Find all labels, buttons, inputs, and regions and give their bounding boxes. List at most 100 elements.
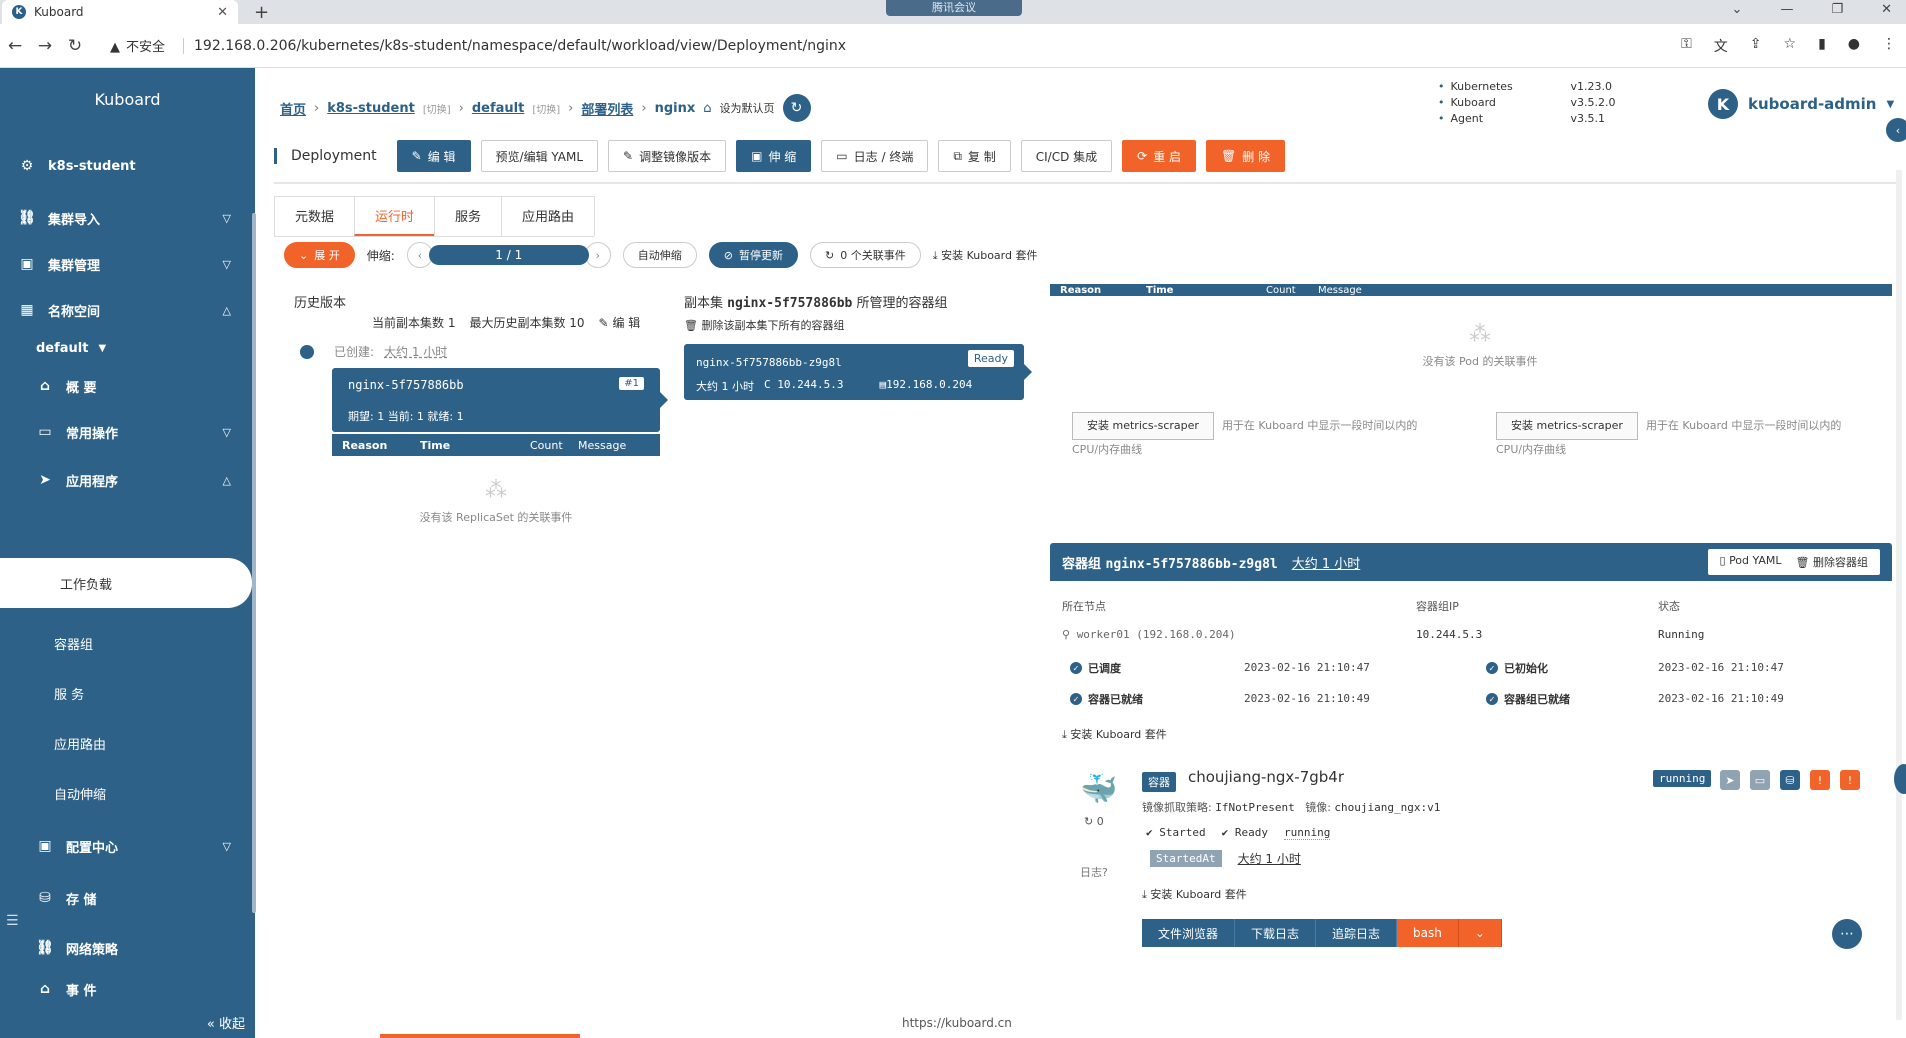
cicd-button[interactable]: CI/CD 集成 bbox=[1020, 140, 1113, 172]
info-icon[interactable]: ! bbox=[1810, 770, 1830, 790]
pod-yaml-button[interactable]: ▯ Pod YAML bbox=[1720, 554, 1782, 570]
page-scrollbar[interactable] bbox=[1896, 170, 1902, 1020]
user-menu[interactable]: K kuboard-admin ▼ bbox=[1708, 89, 1894, 119]
sidebar-item-ingress[interactable]: 应用路由 bbox=[54, 734, 106, 753]
expand-button[interactable]: ⌄ 展 开 bbox=[284, 242, 355, 268]
terminal-icon[interactable]: ▭ bbox=[1750, 770, 1770, 790]
chevron-down-icon[interactable]: ⌄ bbox=[1732, 2, 1743, 17]
breadcrumb-cluster[interactable]: k8s-student bbox=[327, 101, 415, 116]
sidebar-item-common[interactable]: ▭ 常用操作 ▽ bbox=[0, 412, 255, 452]
translate-icon[interactable]: 文 bbox=[1714, 36, 1728, 56]
column-message: Message bbox=[578, 438, 627, 452]
star-icon[interactable]: ☆ bbox=[1784, 36, 1797, 56]
replicaset-card[interactable]: nginx-5f757886bb #1 期望: 1 当前: 1 就绪: 1 bbox=[332, 368, 668, 432]
delete-all-pods-link[interactable]: 🗑 删除该副本集下所有的容器组 bbox=[684, 317, 844, 333]
restart-button[interactable]: ⟳ 重 启 bbox=[1122, 140, 1197, 172]
refresh-icon[interactable]: ↻ bbox=[782, 94, 811, 122]
set-default-link[interactable]: 设为默认页 bbox=[720, 100, 775, 116]
key-icon[interactable]: ⚿ bbox=[1681, 36, 1692, 56]
sidebar-item-services[interactable]: 服 务 bbox=[54, 684, 84, 703]
logs-button[interactable]: ▭ 日志 / 终端 bbox=[821, 140, 929, 172]
install-metrics-button[interactable]: 安装 metrics-scraper bbox=[1496, 412, 1638, 440]
install-suite-link[interactable]: ⤓ 安装 Kuboard 套件 bbox=[933, 247, 1038, 263]
sidebar-item-pods[interactable]: 容器组 bbox=[54, 634, 93, 653]
button-label: 0 个关联事件 bbox=[840, 249, 906, 262]
delete-button[interactable]: 🗑 删 除 bbox=[1206, 140, 1286, 172]
node-value[interactable]: ⚲ worker01 (192.168.0.204) bbox=[1062, 628, 1236, 641]
sidebar-item-label: 应用程序 bbox=[66, 474, 119, 490]
sidebar-item-namespace[interactable]: ▦ 名称空间 △ bbox=[0, 290, 255, 330]
history-meta: 当前副本集数 1 最大历史副本集数 10 ✎ 编 辑 bbox=[372, 314, 640, 331]
breadcrumb-current: nginx bbox=[654, 100, 696, 116]
breadcrumb-deploy-list[interactable]: 部署列表 bbox=[581, 99, 633, 118]
adjust-image-button[interactable]: ✎ 调整镜像版本 bbox=[608, 140, 727, 172]
breadcrumb-namespace[interactable]: default bbox=[472, 101, 524, 116]
pause-update-button[interactable]: ⊘ 暂停更新 bbox=[708, 242, 798, 268]
sidebar-item-import[interactable]: ⛓ 集群导入 ▽ bbox=[0, 198, 255, 238]
tab-metadata[interactable]: 元数据 bbox=[274, 196, 356, 236]
events-button[interactable]: ↻ 0 个关联事件 bbox=[809, 242, 921, 268]
collapse-sidebar-button[interactable]: « 收起 bbox=[207, 1013, 245, 1032]
tab-services[interactable]: 服务 bbox=[434, 196, 503, 236]
sidepanel-icon[interactable]: ▮ bbox=[1818, 36, 1826, 56]
restart-count-value: 0 bbox=[1096, 815, 1104, 828]
breadcrumb-home[interactable]: 首页 bbox=[280, 99, 306, 118]
sidebar-item-autoscale[interactable]: 自动伸缩 bbox=[54, 784, 106, 803]
browser-tab[interactable]: K Kuboard ✕ bbox=[2, 0, 238, 24]
meeting-indicator[interactable]: 腾讯会议 bbox=[886, 0, 1022, 16]
menu-icon[interactable]: ⋮ bbox=[1882, 36, 1896, 56]
tail-logs-button[interactable]: 追踪日志 bbox=[1316, 919, 1398, 947]
menu-lines-icon[interactable]: ☰ bbox=[6, 913, 19, 929]
install-suite-link[interactable]: ⤓ 安装 Kuboard 套件 bbox=[1062, 726, 1167, 742]
sidebar-item-storage[interactable]: ⛁ 存 储 bbox=[0, 878, 255, 918]
tab-ingress[interactable]: 应用路由 bbox=[501, 196, 596, 236]
reload-icon[interactable]: ↻ bbox=[60, 36, 90, 56]
maximize-icon[interactable]: ❐ bbox=[1831, 2, 1843, 17]
security-indicator[interactable]: ▲ 不安全 bbox=[110, 36, 165, 55]
sidebar-item-manage[interactable]: ▣ 集群管理 ▽ bbox=[0, 244, 255, 284]
switch-cluster-link[interactable]: [切换] bbox=[423, 101, 451, 116]
more-icon[interactable]: ⋯ bbox=[1832, 919, 1862, 949]
sidebar-item-workload[interactable]: 工作负载 bbox=[0, 558, 252, 608]
footer-link[interactable]: https://kuboard.cn bbox=[902, 1016, 1012, 1030]
profile-icon[interactable]: ● bbox=[1848, 36, 1860, 56]
url-field[interactable]: 192.168.0.206/kubernetes/k8s-student/nam… bbox=[183, 37, 846, 54]
close-window-icon[interactable]: ✕ bbox=[1881, 2, 1892, 17]
yaml-button[interactable]: 预览/编辑 YAML bbox=[480, 140, 599, 172]
pod-card[interactable]: nginx-5f757886bb-z9g8l Ready 大约 1 小时 C 1… bbox=[684, 344, 1032, 400]
minimize-icon[interactable]: — bbox=[1780, 2, 1793, 17]
sidebar-item-events[interactable]: ⌂ 事 件 bbox=[0, 976, 255, 1002]
copy-button[interactable]: ⧉ 复 制 bbox=[938, 140, 1011, 172]
bash-button[interactable]: bash bbox=[1397, 919, 1459, 947]
delete-pod-button[interactable]: 🗑 删除容器组 bbox=[1796, 554, 1868, 570]
close-icon[interactable]: ✕ bbox=[217, 5, 228, 20]
edit-history-link[interactable]: ✎ 编 辑 bbox=[599, 314, 641, 331]
sidebar-item-apps[interactable]: ➤ 应用程序 △ bbox=[0, 460, 255, 500]
database-icon[interactable]: ⛁ bbox=[1780, 770, 1800, 790]
scale-button[interactable]: ▣ 伸 缩 bbox=[736, 140, 812, 172]
chevron-left-icon[interactable]: ‹ bbox=[1886, 118, 1906, 142]
chevron-down-icon[interactable]: ⌄ bbox=[1458, 919, 1502, 947]
back-icon[interactable]: ← bbox=[0, 36, 30, 56]
install-suite-link[interactable]: ⤓ 安装 Kuboard 套件 bbox=[1142, 886, 1247, 902]
switch-namespace-link[interactable]: [切换] bbox=[532, 101, 560, 116]
sidebar-item-netpolicy[interactable]: ⛓ 网络策略 bbox=[0, 928, 255, 968]
namespace-select[interactable]: default ▼ bbox=[0, 328, 255, 368]
alert-icon[interactable]: ! bbox=[1840, 770, 1860, 790]
sidebar-item-config[interactable]: ▣ 配置中心 ▽ bbox=[0, 826, 255, 866]
download-logs-button[interactable]: 下载日志 bbox=[1235, 919, 1317, 947]
share-icon[interactable]: ⇪ bbox=[1750, 36, 1762, 56]
autoscale-button[interactable]: 自动伸缩 bbox=[622, 242, 697, 268]
sidebar-scrollbar[interactable] bbox=[252, 213, 256, 913]
kuboard-favicon-icon: K bbox=[12, 5, 26, 19]
send-icon[interactable]: ➤ bbox=[1720, 770, 1740, 790]
network-icon: ⛓ bbox=[36, 940, 54, 956]
install-metrics-button[interactable]: 安装 metrics-scraper bbox=[1072, 412, 1214, 440]
sidebar-item-cluster[interactable]: ⚙ k8s-student bbox=[0, 146, 255, 186]
file-browser-button[interactable]: 文件浏览器 bbox=[1142, 919, 1236, 947]
sidebar-item-overview[interactable]: ⌂ 概 要 bbox=[0, 366, 255, 406]
forward-icon[interactable]: → bbox=[30, 36, 60, 56]
tab-runtime[interactable]: 运行时 bbox=[354, 196, 436, 236]
new-tab-icon[interactable]: + bbox=[254, 2, 269, 23]
edit-button[interactable]: ✎ 编 辑 bbox=[396, 140, 471, 172]
